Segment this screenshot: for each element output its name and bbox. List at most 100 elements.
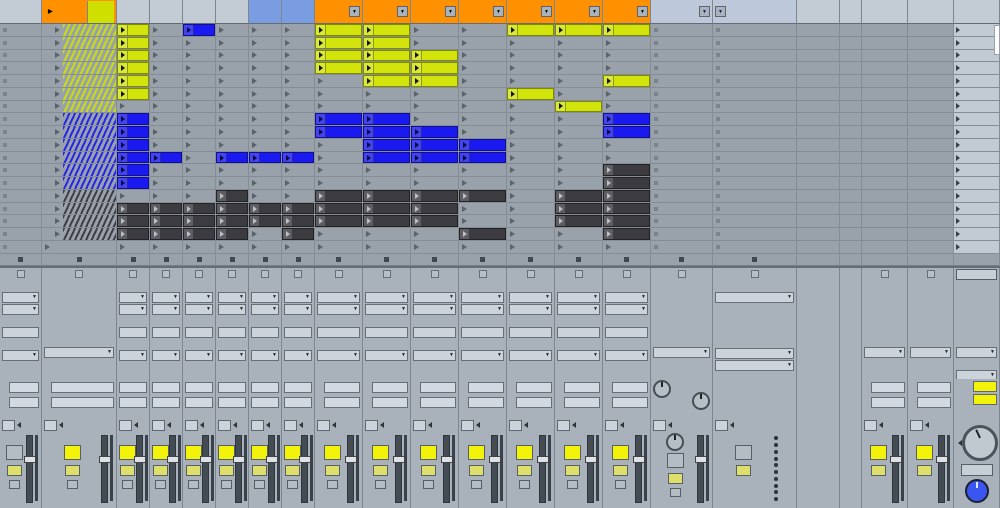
io-dropdown[interactable]: ▼: [251, 304, 279, 315]
clip-slot[interactable]: [507, 88, 555, 101]
clip-play-button[interactable]: [151, 216, 161, 226]
clip-slot[interactable]: [249, 139, 282, 152]
clip-slot[interactable]: [42, 75, 117, 88]
track-stop-button[interactable]: [751, 270, 759, 278]
clip-play-button[interactable]: [412, 191, 422, 201]
clip-slot[interactable]: [282, 75, 315, 88]
crossfade-assign-button[interactable]: [2, 420, 15, 431]
io-dropdown[interactable]: ▼: [910, 347, 951, 358]
track-header-sd[interactable]: [183, 0, 216, 24]
send-amount[interactable]: [324, 397, 360, 408]
fader-handle[interactable]: [936, 456, 948, 463]
clip-slot[interactable]: [713, 152, 797, 165]
clip-play-button[interactable]: [604, 25, 614, 35]
clip-play-button[interactable]: [316, 51, 326, 61]
clip-play-button[interactable]: [118, 229, 128, 239]
clip[interactable]: [363, 152, 410, 164]
arm-button[interactable]: [615, 480, 626, 489]
clip[interactable]: [117, 37, 149, 49]
volume-fader[interactable]: [235, 435, 242, 503]
clip-slot[interactable]: [603, 75, 651, 88]
clip-slot[interactable]: [603, 101, 651, 114]
send-amount[interactable]: [871, 397, 905, 408]
clip-slot[interactable]: [42, 177, 117, 190]
track-header-cl[interactable]: [150, 0, 183, 24]
monitor-state-button[interactable]: [413, 327, 456, 338]
clip-slot[interactable]: [216, 126, 249, 139]
clip-slot[interactable]: [0, 126, 42, 139]
clip-slot[interactable]: [249, 126, 282, 139]
clip-play-button[interactable]: [118, 204, 128, 214]
clip-stop-button[interactable]: [131, 257, 136, 262]
clip-slot[interactable]: [713, 113, 797, 126]
clip-slot[interactable]: [603, 50, 651, 63]
track-stop-button[interactable]: [261, 270, 269, 278]
stop-slot[interactable]: [0, 254, 42, 266]
clip[interactable]: [363, 75, 410, 87]
monitor-state-button[interactable]: [509, 327, 552, 338]
clip-slot[interactable]: [216, 152, 249, 165]
master-pan-knob[interactable]: [962, 425, 998, 461]
clip[interactable]: [603, 190, 650, 202]
track-activator-button[interactable]: [564, 445, 581, 460]
clip-slot[interactable]: [411, 190, 459, 203]
clip-slot[interactable]: [282, 126, 315, 139]
clip-slot[interactable]: [315, 241, 363, 254]
fader-handle[interactable]: [537, 456, 549, 463]
clip-play-button[interactable]: [118, 51, 128, 61]
clip-slot[interactable]: [507, 164, 555, 177]
send-amount[interactable]: [284, 382, 312, 393]
io-dropdown[interactable]: ▼: [185, 350, 213, 361]
clip-slot[interactable]: [249, 50, 282, 63]
clip-slot[interactable]: [411, 62, 459, 75]
monitor-state-button[interactable]: [284, 327, 312, 338]
clip-slot[interactable]: [555, 139, 603, 152]
clip-slot[interactable]: [282, 101, 315, 114]
scene-slot[interactable]: [954, 75, 1000, 88]
clip[interactable]: [315, 113, 362, 125]
clip-play-button[interactable]: [508, 89, 518, 99]
monitor-state-button[interactable]: [251, 327, 279, 338]
clip[interactable]: [603, 228, 650, 240]
clip-slot[interactable]: [117, 203, 150, 216]
send-amount[interactable]: [372, 382, 408, 393]
clip-slot[interactable]: [282, 37, 315, 50]
clip-play-button[interactable]: [316, 204, 326, 214]
clip-play-button[interactable]: [283, 229, 293, 239]
track-header-notesfeedback[interactable]: ▼: [651, 0, 713, 24]
send-amount[interactable]: [612, 397, 648, 408]
clip-slot[interactable]: [249, 177, 282, 190]
clip-play-button[interactable]: [118, 76, 128, 86]
send-amount[interactable]: [324, 382, 360, 393]
io-dropdown[interactable]: ▼: [2, 304, 39, 315]
clip-slot[interactable]: [507, 50, 555, 63]
clip[interactable]: [216, 190, 248, 202]
clip-slot[interactable]: [282, 139, 315, 152]
clip-slot[interactable]: [459, 113, 507, 126]
clip-stop-button[interactable]: [197, 257, 202, 262]
scene-slot[interactable]: [954, 139, 1000, 152]
clip[interactable]: [363, 113, 410, 125]
clip-play-button[interactable]: [184, 25, 194, 35]
clip-slot[interactable]: [315, 62, 363, 75]
clip[interactable]: [282, 203, 314, 215]
clip-play-button[interactable]: [604, 127, 614, 137]
clip-slot[interactable]: [603, 177, 651, 190]
clip-slot[interactable]: [555, 215, 603, 228]
clip-slot[interactable]: [150, 88, 183, 101]
scrollbar[interactable]: [994, 25, 1000, 55]
fader-handle[interactable]: [585, 456, 597, 463]
io-dropdown[interactable]: ▼: [509, 350, 552, 361]
clip[interactable]: [411, 126, 458, 138]
dropdown-icon[interactable]: ▼: [541, 6, 552, 17]
clip-stop-button[interactable]: [432, 257, 437, 262]
clip-slot[interactable]: [411, 101, 459, 114]
clip-stop-button[interactable]: [263, 257, 268, 262]
clip-stop-button[interactable]: [384, 257, 389, 262]
clip-play-button[interactable]: [217, 153, 227, 163]
io-dropdown[interactable]: ▼: [119, 304, 147, 315]
track-header-inst5[interactable]: ▼: [459, 0, 507, 24]
send-b-knob[interactable]: [692, 392, 710, 410]
clip[interactable]: [117, 228, 149, 240]
io-dropdown[interactable]: ▼: [605, 292, 648, 303]
